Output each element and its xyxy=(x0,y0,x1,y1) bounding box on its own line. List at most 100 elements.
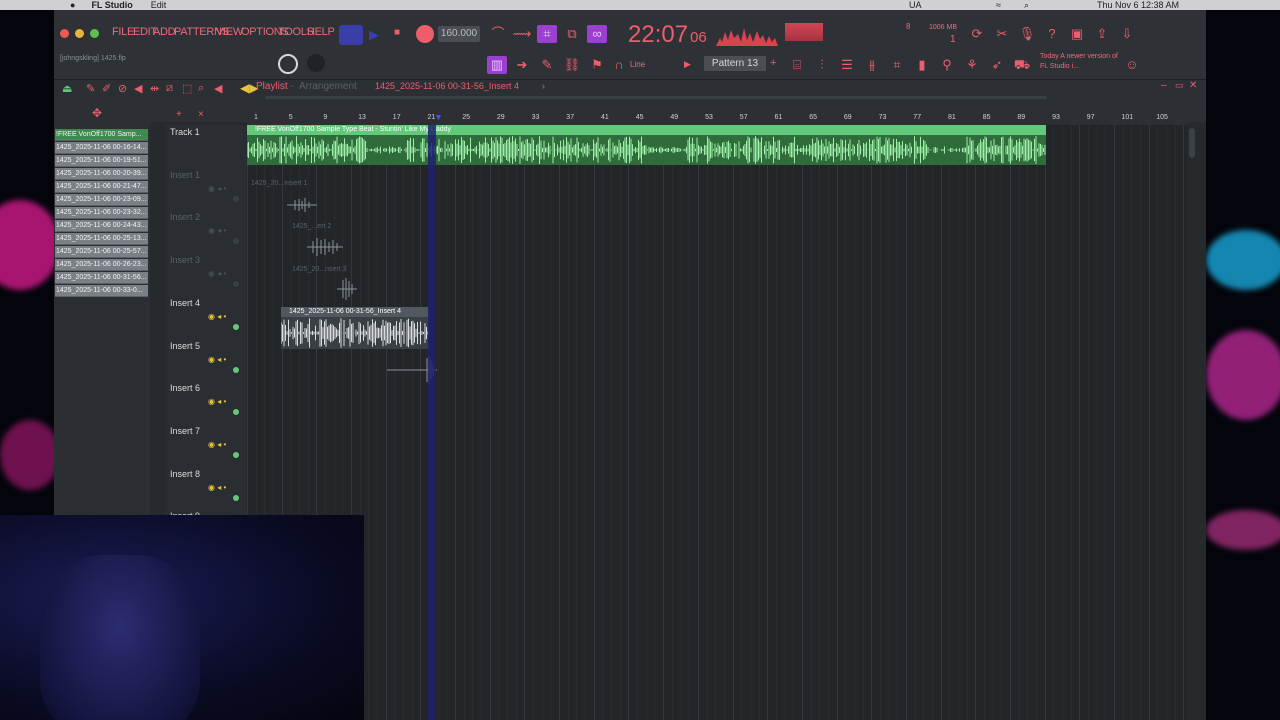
picker-item[interactable]: 1425_2025-11-06 00-25-13... xyxy=(55,233,148,245)
cart-icon[interactable]: ⛟ xyxy=(1012,56,1032,74)
track-controls[interactable]: ◉ ◂ • xyxy=(208,355,226,364)
picker-item[interactable]: 1425_2025-11-06 00-31-56... xyxy=(55,272,148,284)
tempo-display[interactable]: 160.000 xyxy=(438,26,480,42)
stop-button[interactable]: ■ xyxy=(394,27,400,38)
track-controls[interactable]: ◉ ◂ • xyxy=(208,483,226,492)
picker-item[interactable]: 1425_2025-11-06 00-19-51... xyxy=(55,155,148,167)
picker-item[interactable]: 1425_2025-11-06 00-25-57... xyxy=(55,246,148,258)
track-controls[interactable]: ◉ ◂ • xyxy=(208,440,226,449)
track-controls[interactable]: ◉ ◂ • xyxy=(208,312,226,321)
playlist-icon[interactable]: ☰ xyxy=(837,56,857,74)
user-icon[interactable]: ☺ xyxy=(1122,56,1142,74)
mixer-icon[interactable]: ⫶ xyxy=(812,56,832,74)
track-name[interactable]: Insert 8 xyxy=(170,469,200,479)
edit-menu[interactable]: Edit xyxy=(151,0,167,10)
wand-icon[interactable]: ⚘ xyxy=(962,56,982,74)
track-controls[interactable]: ◉ ◂ • xyxy=(208,269,226,278)
refresh-icon[interactable]: ⟳ xyxy=(967,25,987,43)
menu-help[interactable]: HELP xyxy=(307,26,335,38)
mic-icon[interactable]: 🎙 xyxy=(1017,25,1037,43)
plugin-icon[interactable]: ▮ xyxy=(912,56,932,74)
menu-add[interactable]: ADD xyxy=(153,26,176,38)
arrangement-grid[interactable]: !FREE VonOff1700 Sample Type Beat - Stun… xyxy=(247,125,1187,720)
help-icon[interactable]: ? xyxy=(1042,25,1062,43)
browser-icon[interactable]: ⌗ xyxy=(887,56,907,74)
track-name[interactable]: Insert 5 xyxy=(170,341,200,351)
tools-icon[interactable]: ✂ xyxy=(992,25,1012,43)
window-close-icon[interactable]: ✕ xyxy=(1189,80,1197,91)
close-window-button[interactable] xyxy=(60,29,69,38)
picker-item[interactable]: 1425_2025-11-06 00-33-0... xyxy=(55,285,148,297)
pattern-selector[interactable]: Pattern 13 xyxy=(704,56,766,71)
track-name[interactable]: Insert 7 xyxy=(170,426,200,436)
track-led[interactable] xyxy=(233,238,239,245)
pin-icon[interactable]: ⚲ xyxy=(937,56,957,74)
countdown-icon[interactable]: ⌗ xyxy=(537,25,557,43)
pattern-arrow-icon[interactable]: ▶ xyxy=(684,59,691,70)
track-controls[interactable]: ◉ ◂ • xyxy=(208,226,226,235)
insert1-clip-label[interactable]: 1425_20...Insert 1 xyxy=(251,180,307,187)
insert2-clip-label[interactable]: 1425_...ert 2 xyxy=(292,223,331,230)
play-button[interactable]: ▶ xyxy=(369,27,379,43)
news-ticker[interactable]: Today A newer version of FL Studio i... xyxy=(1040,52,1122,76)
playback-tool-icon[interactable]: ◀ xyxy=(214,82,222,95)
picker-item[interactable]: 1425_2025-11-06 00-20-39... xyxy=(55,168,148,180)
picker-item[interactable]: 1425_2025-11-06 00-16-14... xyxy=(55,142,148,154)
maximize-window-button[interactable] xyxy=(90,29,99,38)
picker-item[interactable]: 1425_2025-11-06 00-23-09... xyxy=(55,194,148,206)
pencil-icon[interactable]: ✎ xyxy=(537,56,557,74)
delete-tool-icon[interactable]: ⊘ xyxy=(118,82,127,95)
playhead-marker[interactable]: ▼ xyxy=(434,112,443,122)
add-track-icon[interactable]: + xyxy=(176,109,182,120)
download-icon[interactable]: ⇩ xyxy=(1117,25,1137,43)
magnet-icon[interactable]: ∩ xyxy=(609,56,629,74)
track-name[interactable]: Insert 4 xyxy=(170,298,200,308)
wifi-icon[interactable]: ≈ xyxy=(996,0,1001,10)
picker-item[interactable]: 1425_2025-11-06 00-23-32... xyxy=(55,207,148,219)
master-volume-knob[interactable] xyxy=(307,54,325,72)
picker-icon[interactable]: ✥ xyxy=(92,106,102,120)
slice-tool-icon[interactable]: ⧄ xyxy=(166,82,173,95)
add-pattern-icon[interactable]: + xyxy=(770,57,776,69)
track-led[interactable] xyxy=(233,366,239,373)
search-icon[interactable]: ⌕ xyxy=(1024,0,1029,11)
link-icon[interactable]: ⛓ xyxy=(562,56,582,74)
window-max-icon[interactable]: ▭ xyxy=(1175,80,1184,91)
menu-view[interactable]: VIEW xyxy=(216,26,243,38)
track-led[interactable] xyxy=(233,323,239,330)
picker-item[interactable]: !FREE VonOff1700 Samp... xyxy=(55,129,148,141)
save-icon[interactable]: ▣ xyxy=(1067,25,1087,43)
master-pitch-knob[interactable] xyxy=(278,54,298,74)
playhead[interactable] xyxy=(428,125,436,720)
track-led[interactable] xyxy=(233,281,239,288)
snap-selector[interactable]: Line xyxy=(630,60,645,69)
bird-icon[interactable]: ➶ xyxy=(987,56,1007,74)
overview-scrollbar[interactable] xyxy=(266,96,1046,99)
piano-roll-icon[interactable]: ▥ xyxy=(487,56,507,74)
song-time[interactable]: 22:07 06 xyxy=(628,21,707,49)
wait-icon[interactable]: ⟿ xyxy=(512,25,532,43)
apple-icon[interactable]: ● xyxy=(70,0,75,10)
picker-item[interactable]: 1425_2025-11-06 00-24-43... xyxy=(55,220,148,232)
equalizer-icon[interactable]: ⫵ xyxy=(862,56,882,74)
insert3-clip-label[interactable]: 1425_20...nsert 3 xyxy=(292,266,347,273)
menu-file[interactable]: FILE xyxy=(112,26,134,38)
paint-tool-icon[interactable]: ✐ xyxy=(102,82,111,95)
track-name[interactable]: Insert 2 xyxy=(170,212,200,222)
mute-tool-icon[interactable]: ◀ xyxy=(134,82,142,95)
remove-track-icon[interactable]: × xyxy=(198,109,204,120)
step-edit-icon[interactable]: ⧉ xyxy=(562,25,582,43)
select-tool-icon[interactable]: ⬚ xyxy=(182,82,192,95)
track-controls[interactable]: ◉ ◂ • xyxy=(208,184,226,193)
pattern-song-toggle[interactable] xyxy=(339,25,363,45)
picker-item[interactable]: 1425_2025-11-06 00-21-47... xyxy=(55,181,148,193)
window-min-icon[interactable]: – xyxy=(1161,80,1167,91)
track-controls[interactable]: ◉ ◂ • xyxy=(208,397,226,406)
track-name[interactable]: Insert 1 xyxy=(170,170,200,180)
slip-tool-icon[interactable]: ⇹ xyxy=(150,82,159,95)
picker-item[interactable]: 1425_2025-11-06 00-26-23... xyxy=(55,259,148,271)
beat-clip[interactable]: !FREE VonOff1700 Sample Type Beat - Stun… xyxy=(247,125,1046,165)
stamp-icon[interactable]: ⚑ xyxy=(587,56,607,74)
track-name[interactable]: Insert 6 xyxy=(170,383,200,393)
track-led[interactable] xyxy=(233,494,239,501)
